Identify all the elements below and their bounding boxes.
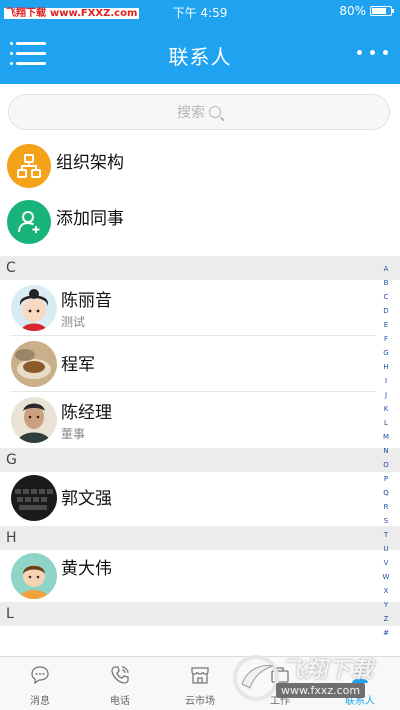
alphabet-index[interactable]: A B C D E F G H I J K L M N O P Q R S T U V W X Y Z # — [380, 262, 392, 640]
battery-icon — [370, 6, 394, 16]
index-letter[interactable]: T — [380, 528, 392, 542]
index-letter[interactable]: M — [380, 430, 392, 444]
add-user-icon — [7, 200, 51, 244]
search-input[interactable]: 搜索 — [8, 94, 390, 130]
phone-icon — [111, 666, 129, 684]
section-header-c: C — [0, 256, 400, 280]
index-letter[interactable]: O — [380, 458, 392, 472]
contact-name: 陈经理 — [61, 403, 112, 423]
index-letter[interactable]: H — [380, 360, 392, 374]
index-letter[interactable]: V — [380, 556, 392, 570]
index-letter[interactable]: D — [380, 304, 392, 318]
tab-cloud-market[interactable]: 云市场 — [160, 657, 240, 710]
contact-row[interactable]: 郭文强 — [0, 470, 375, 526]
index-letter[interactable]: C — [380, 290, 392, 304]
contact-title: 董事 — [61, 427, 86, 441]
contact-name: 程军 — [61, 355, 95, 375]
section-header-l: L — [0, 602, 400, 626]
index-letter[interactable]: J — [380, 388, 392, 402]
index-letter[interactable]: X — [380, 584, 392, 598]
index-letter[interactable]: W — [380, 570, 392, 584]
section-header-h: H — [0, 526, 400, 550]
avatar — [11, 475, 57, 521]
index-letter[interactable]: Z — [380, 612, 392, 626]
index-letter[interactable]: G — [380, 346, 392, 360]
index-letter[interactable]: P — [380, 472, 392, 486]
section-header-g: G — [0, 448, 400, 472]
download-site-watermark: 飞翔下载 www.fxxz.com — [230, 648, 400, 710]
battery-status: 80% — [339, 4, 394, 18]
page-title: 联系人 — [168, 45, 232, 69]
tab-messages[interactable]: 消息 — [0, 657, 80, 710]
tab-label: 电话 — [110, 696, 130, 707]
contact-name: 郭文强 — [61, 489, 112, 509]
add-colleague-entry[interactable]: 添加同事 — [0, 194, 400, 250]
index-letter[interactable]: F — [380, 332, 392, 346]
chat-bubble-icon — [31, 666, 49, 685]
contact-row[interactable]: 陈丽音 测试 — [0, 280, 375, 336]
search-section: 搜索 — [0, 84, 400, 138]
contact-title: 测试 — [61, 315, 86, 329]
index-letter[interactable]: B — [380, 276, 392, 290]
index-letter[interactable]: L — [380, 416, 392, 430]
contact-row[interactable]: 程军 — [0, 336, 375, 392]
more-dots-icon[interactable] — [357, 50, 388, 55]
add-colleague-label: 添加同事 — [56, 209, 124, 229]
contact-row[interactable]: 黄大伟 — [0, 548, 375, 604]
org-structure-entry[interactable]: 组织架构 — [0, 138, 400, 194]
index-letter[interactable]: S — [380, 514, 392, 528]
avatar — [11, 285, 57, 331]
nav-bar: 联系人 — [0, 24, 400, 84]
tab-phone[interactable]: 电话 — [80, 657, 160, 710]
watermark-logo-icon — [233, 655, 279, 701]
tab-label: 云市场 — [185, 696, 215, 707]
tab-label: 消息 — [30, 696, 50, 707]
index-letter[interactable]: I — [380, 374, 392, 388]
avatar — [11, 553, 57, 599]
avatar — [11, 341, 57, 387]
index-letter[interactable]: R — [380, 500, 392, 514]
contact-name: 黄大伟 — [61, 559, 112, 579]
index-letter[interactable]: # — [380, 626, 392, 640]
index-letter[interactable]: U — [380, 542, 392, 556]
index-letter[interactable]: Q — [380, 486, 392, 500]
watermark-text: 飞翔下载 — [282, 658, 375, 683]
avatar — [11, 397, 57, 443]
index-letter[interactable]: E — [380, 318, 392, 332]
contact-row[interactable]: 陈经理 董事 — [0, 392, 375, 448]
index-letter[interactable]: A — [380, 262, 392, 276]
watermark-url: www.fxxz.com — [276, 683, 366, 698]
store-icon — [191, 667, 209, 684]
search-icon — [209, 106, 221, 118]
status-bar: 飞翔下载 www.FXXZ.com 下午 4:59 80% — [0, 0, 400, 24]
org-structure-label: 组织架构 — [56, 153, 124, 173]
index-letter[interactable]: Y — [380, 598, 392, 612]
index-letter[interactable]: K — [380, 402, 392, 416]
battery-percent: 80% — [339, 4, 366, 18]
org-chart-icon — [7, 144, 51, 188]
contact-name: 陈丽音 — [61, 291, 112, 311]
index-letter[interactable]: N — [380, 444, 392, 458]
search-placeholder: 搜索 — [177, 105, 205, 121]
